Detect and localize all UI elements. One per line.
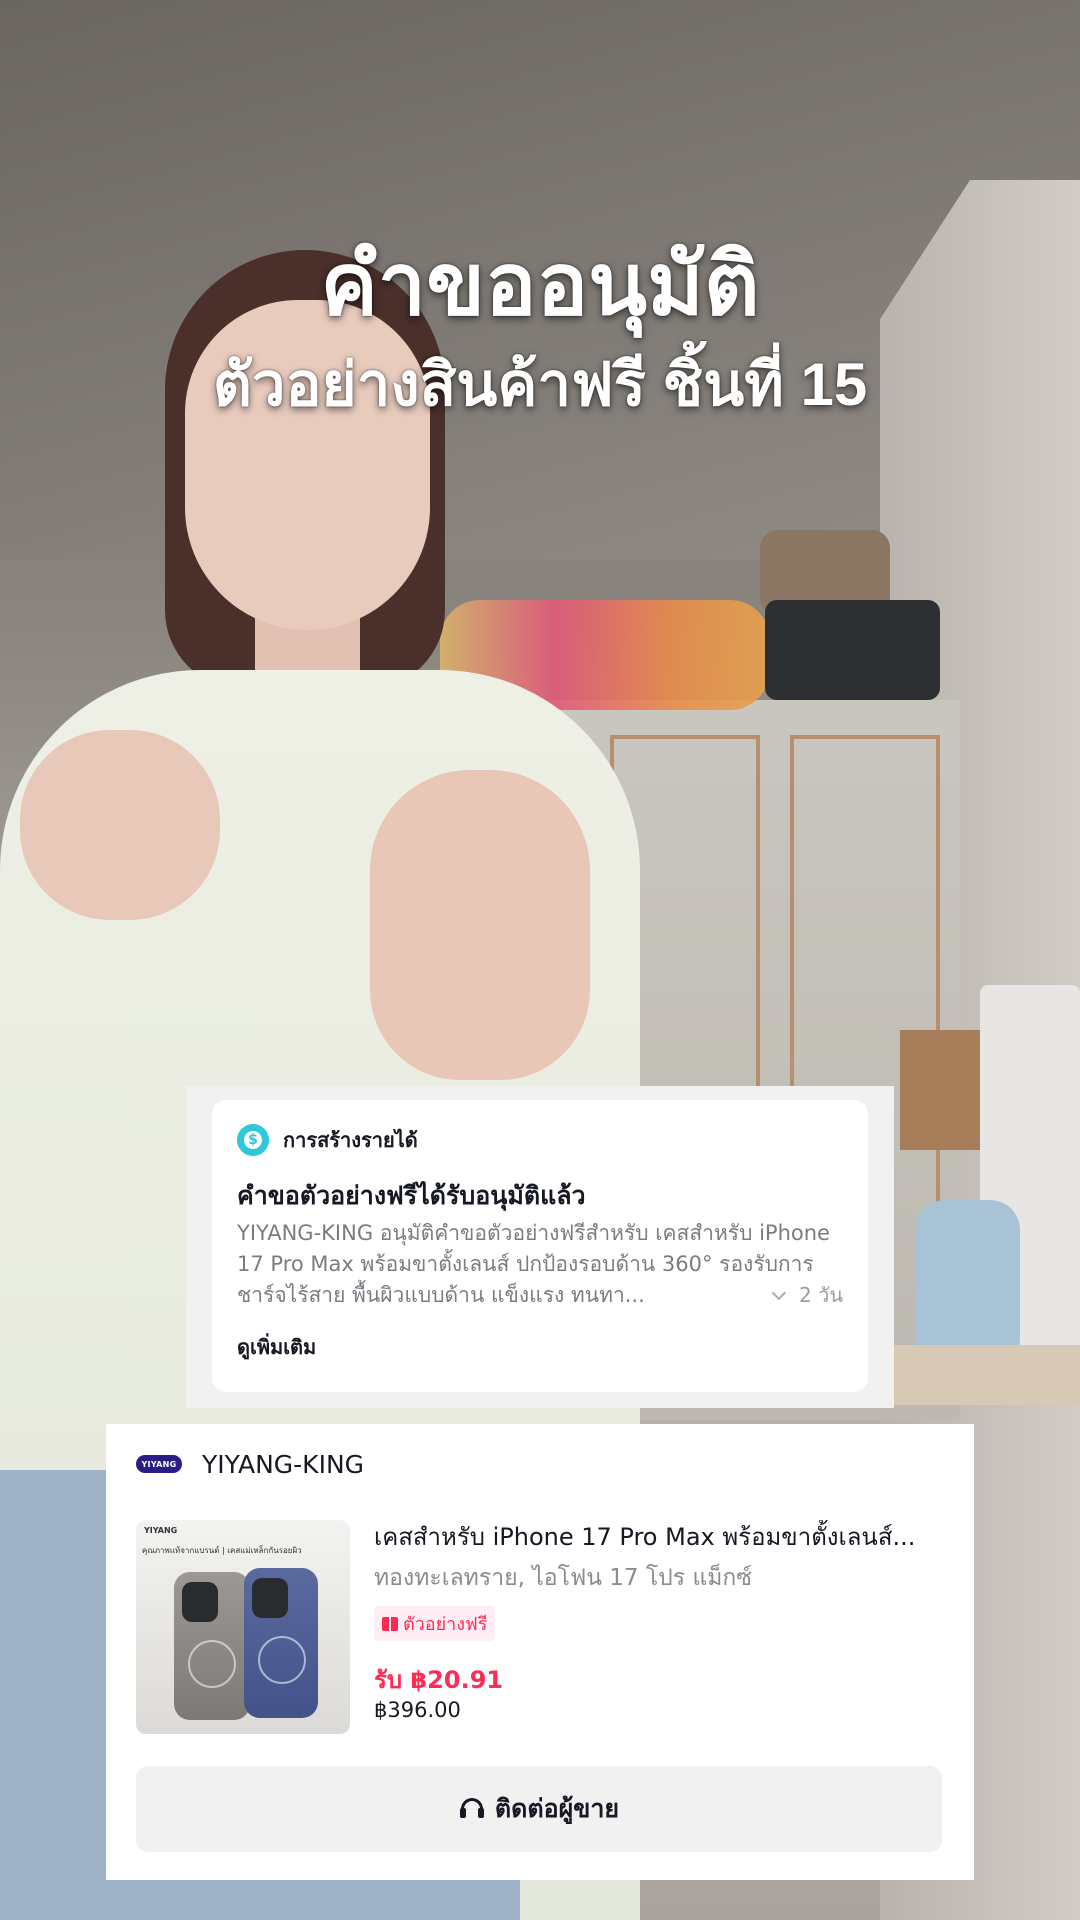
- notification-title: คำขอตัวอย่างฟรีได้รับอนุมัติแล้ว: [237, 1181, 586, 1210]
- product-info: เคสสำหรับ iPhone 17 Pro Max พร้อมขาตั้งเ…: [374, 1520, 944, 1734]
- dollar-circle-icon: $: [237, 1124, 269, 1156]
- badge-label: ตัวอย่างฟรี: [403, 1614, 488, 1635]
- notification-screenshot: $ การสร้างรายได้ คำขอตัวอย่างฟรีได้รับอน…: [186, 1086, 894, 1408]
- caption-title: คำขออนุมัติ: [320, 237, 760, 333]
- contact-seller-button[interactable]: ติดต่อผู้ขาย: [136, 1766, 942, 1852]
- product-title[interactable]: เคสสำหรับ iPhone 17 Pro Max พร้อมขาตั้งเ…: [374, 1520, 934, 1554]
- product-row[interactable]: YIYANG คุณภาพแท้จากแบรนด์ | เคสแม่เหล็กก…: [136, 1520, 944, 1734]
- product-variant: ทองทะเลทราย, ไอโฟน 17 โปร แม็กซ์: [374, 1565, 752, 1591]
- video-caption: คำขออนุมัติ ตัวอย่างสินค้าฟรี ชิ้นที่ 15: [0, 230, 1080, 430]
- handbag: [915, 1200, 1020, 1360]
- notification-header: $ การสร้างรายได้: [237, 1120, 843, 1160]
- free-sample-badge: ตัวอย่างฟรี: [374, 1606, 496, 1641]
- product-thumbnail[interactable]: YIYANG คุณภาพแท้จากแบรนด์ | เคสแม่เหล็กก…: [136, 1520, 350, 1734]
- suitcase: [765, 600, 940, 700]
- product-price: ฿396.00: [374, 1698, 461, 1722]
- contact-seller-label: ติดต่อผู้ขาย: [494, 1794, 620, 1823]
- earn-price: รับ ฿20.91: [374, 1666, 504, 1694]
- shop-name[interactable]: YIYANG-KING: [202, 1450, 364, 1479]
- gift-icon: [382, 1616, 398, 1631]
- headset-icon: [459, 1796, 485, 1822]
- notification-meta: 2 วัน: [765, 1280, 843, 1311]
- chevron-down-icon[interactable]: [771, 1285, 786, 1300]
- thumbnail-tagline: คุณภาพแท้จากแบรนด์ | เคสแม่เหล็กกันรอยผิ…: [142, 1546, 302, 1555]
- desk: [880, 1345, 1080, 1405]
- notification-body: YIYANG-KING อนุมัติคำขอตัวอย่างฟรีสำหรับ…: [237, 1221, 830, 1307]
- thumbnail-brand: YIYANG: [144, 1526, 178, 1535]
- shelf: [900, 1030, 980, 1150]
- notification-time: 2 วัน: [799, 1283, 843, 1307]
- shop-row[interactable]: YIYANG YIYANG-KING: [136, 1424, 944, 1504]
- shop-logo: YIYANG: [136, 1455, 182, 1473]
- product-card: YIYANG YIYANG-KING YIYANG คุณภาพแท้จากแบ…: [106, 1424, 974, 1880]
- see-more-link[interactable]: ดูเพิ่มเติม: [237, 1331, 843, 1363]
- person-hand: [20, 730, 220, 920]
- phone-case-gray: [174, 1572, 250, 1720]
- notification-body-container: YIYANG-KING อนุมัติคำขอตัวอย่างฟรีสำหรับ…: [237, 1218, 843, 1311]
- phone-case-blue: [244, 1568, 318, 1718]
- notification-card[interactable]: $ การสร้างรายได้ คำขอตัวอย่างฟรีได้รับอน…: [212, 1100, 868, 1392]
- notification-category: การสร้างรายได้: [283, 1128, 418, 1152]
- person-hand: [370, 770, 590, 1080]
- caption-subtitle: ตัวอย่างสินค้าฟรี ชิ้นที่ 15: [212, 351, 868, 418]
